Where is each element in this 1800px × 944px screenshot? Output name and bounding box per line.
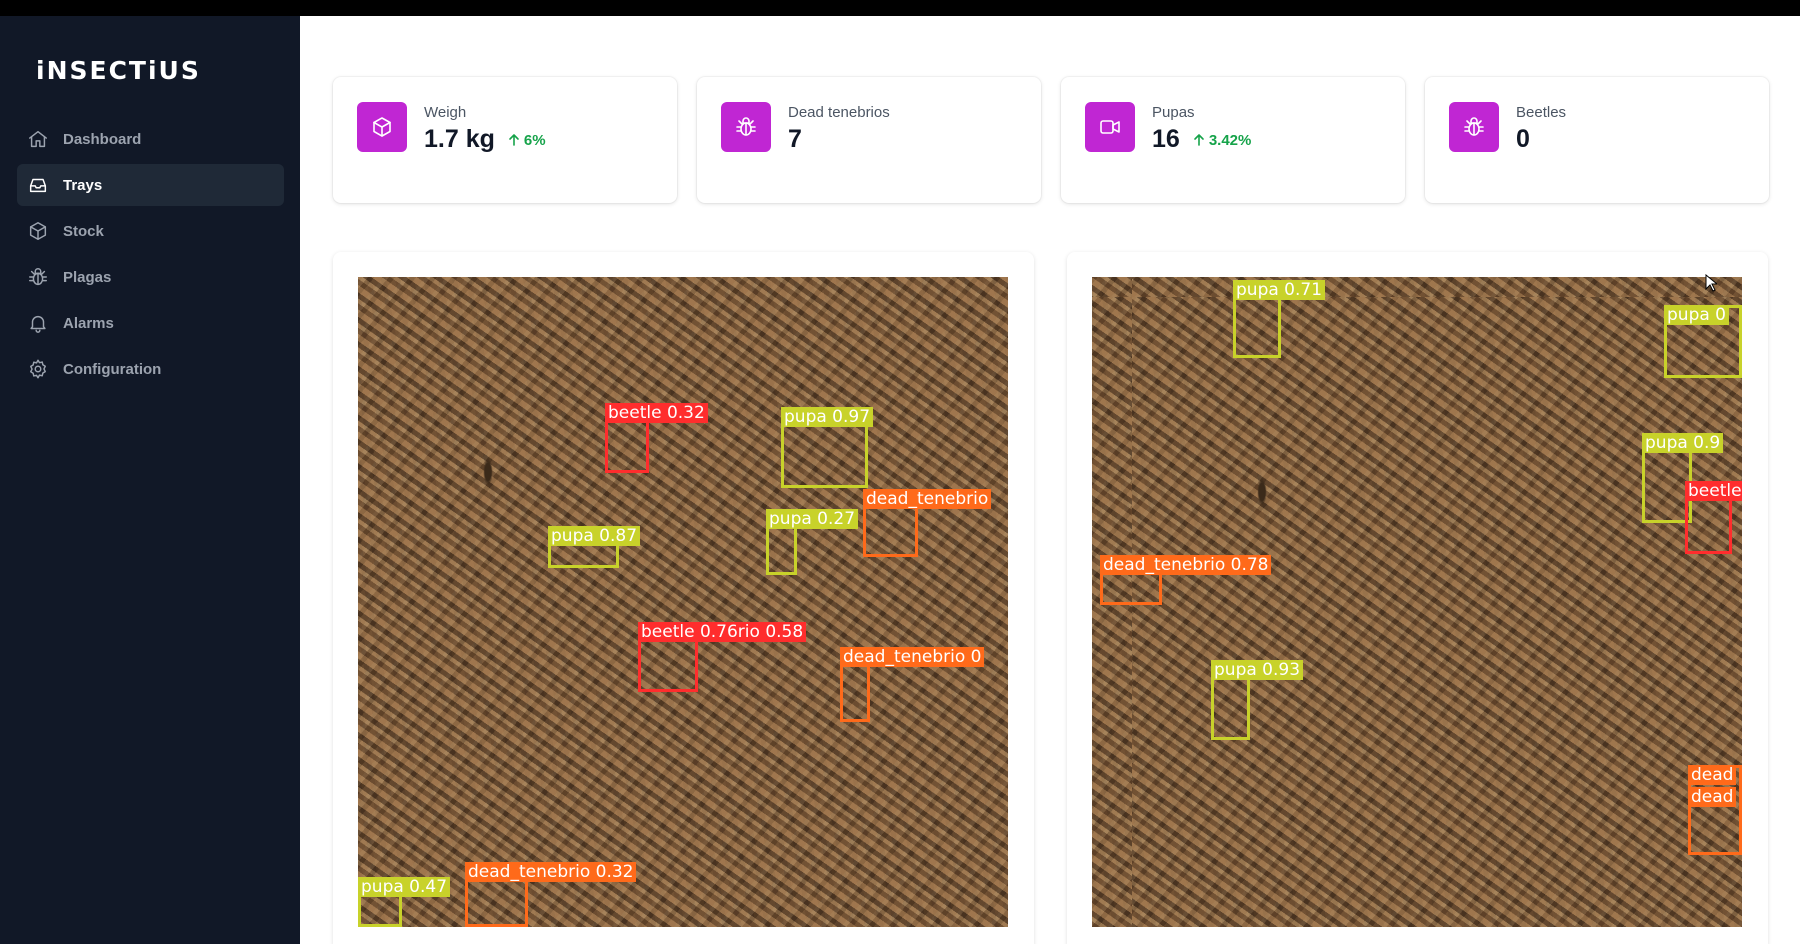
sidebar-item-label: Plagas xyxy=(63,268,112,286)
stat-value: 1.7 kg xyxy=(424,125,495,153)
stat-value-row: 1.7 kg 6% xyxy=(424,125,546,154)
stat-value: 7 xyxy=(788,125,802,153)
tray-detection-image-right[interactable]: pupa 0.71 pupa 0 pupa 0.9 beetle dead_te… xyxy=(1092,277,1742,927)
inbox-icon xyxy=(29,178,47,193)
sidebar-item-trays[interactable]: Trays xyxy=(17,164,284,206)
cube-icon xyxy=(373,117,391,137)
stat-change: 6% xyxy=(507,132,546,149)
sidebar-item-label: Stock xyxy=(63,222,104,240)
stat-change-value: 3.42% xyxy=(1208,131,1252,149)
stat-card-dead-tenebrios: Dead tenebrios 7 xyxy=(697,77,1041,203)
bug-icon xyxy=(29,268,47,286)
mouse-pointer-icon xyxy=(1705,274,1717,292)
detection-label: pupa 0 xyxy=(1664,305,1729,325)
gear-icon xyxy=(30,359,46,379)
sidebar-item-label: Alarms xyxy=(63,314,114,332)
sidebar: iNSECTiUS Dashboard Trays Stock Plagas A… xyxy=(0,16,300,944)
detection-label: pupa 0.97 xyxy=(781,407,874,427)
stat-value-row: 16 3.42% xyxy=(1152,125,1251,154)
detection-label: dead_tenebrio xyxy=(863,489,992,509)
sidebar-item-label: Configuration xyxy=(63,360,162,378)
sidebar-item-plagas[interactable]: Plagas xyxy=(17,256,284,298)
detection-label: pupa 0.27 xyxy=(766,509,859,529)
stat-label: Weigh xyxy=(424,104,467,121)
detection-label: dead_tenebrio 0.78 xyxy=(1100,555,1272,575)
stat-icon xyxy=(1085,102,1135,152)
sidebar-item-configuration[interactable]: Configuration xyxy=(17,348,284,390)
cube-icon xyxy=(29,222,47,240)
stat-label: Beetles xyxy=(1516,104,1567,121)
window-top-bar xyxy=(0,0,1800,16)
stat-icon xyxy=(1449,102,1499,152)
stat-card-pupas: Pupas 16 3.42% xyxy=(1061,77,1405,203)
stat-label: Pupas xyxy=(1152,104,1195,121)
detection-label: pupa 0.87 xyxy=(548,526,641,546)
detection-label: beetle 0.32 xyxy=(605,403,708,423)
sidebar-item-stock[interactable]: Stock xyxy=(17,210,284,252)
stat-change-value: 6% xyxy=(523,131,546,149)
detection-label: dead_tenebrio 0.32 xyxy=(465,862,637,882)
detection-label: beetle 0.76rio 0.58 xyxy=(638,622,807,642)
stat-icon xyxy=(721,102,771,152)
bell-icon xyxy=(30,315,46,333)
sidebar-item-dashboard[interactable]: Dashboard xyxy=(17,118,284,160)
video-camera-icon xyxy=(1100,120,1120,134)
detection-label: dead xyxy=(1688,765,1737,785)
bug-icon xyxy=(736,117,756,136)
detection-label: pupa 0.71 xyxy=(1233,280,1326,300)
stat-value: 0 xyxy=(1516,125,1530,153)
app-logo: iNSECTiUS xyxy=(36,56,201,85)
stat-change: 3.42% xyxy=(1192,131,1252,149)
detection-label: pupa 0.9 xyxy=(1642,433,1724,453)
stat-card-weigh: Weigh 1.7 kg 6% xyxy=(333,77,677,203)
arrow-up-icon xyxy=(509,134,519,146)
app-logo-text: iNSECTiUS xyxy=(36,56,201,85)
stat-icon xyxy=(357,102,407,152)
stat-label: Dead tenebrios xyxy=(788,104,890,121)
detection-label: pupa 0.47 xyxy=(358,877,451,897)
detection-label: beetle xyxy=(1685,481,1742,501)
sidebar-nav: Dashboard Trays Stock Plagas Alarms Conf… xyxy=(17,118,284,394)
home-icon xyxy=(29,130,47,148)
detection-label: dead xyxy=(1688,787,1737,807)
detection-label: pupa 0.93 xyxy=(1211,660,1304,680)
stat-value-row: 0 xyxy=(1516,125,1530,154)
sidebar-item-label: Dashboard xyxy=(63,130,142,148)
sidebar-item-alarms[interactable]: Alarms xyxy=(17,302,284,344)
sidebar-item-label: Trays xyxy=(63,176,103,194)
bug-icon xyxy=(1464,117,1484,136)
tray-detection-image-left[interactable]: beetle 0.32 pupa 0.97 dead_tenebrio pupa… xyxy=(358,277,1008,927)
stat-card-beetles: Beetles 0 xyxy=(1425,77,1769,203)
arrow-up-icon xyxy=(1194,134,1204,146)
stat-value-row: 7 xyxy=(788,125,802,154)
detection-label: dead_tenebrio 0 xyxy=(840,647,985,667)
stat-value: 16 xyxy=(1152,125,1180,153)
